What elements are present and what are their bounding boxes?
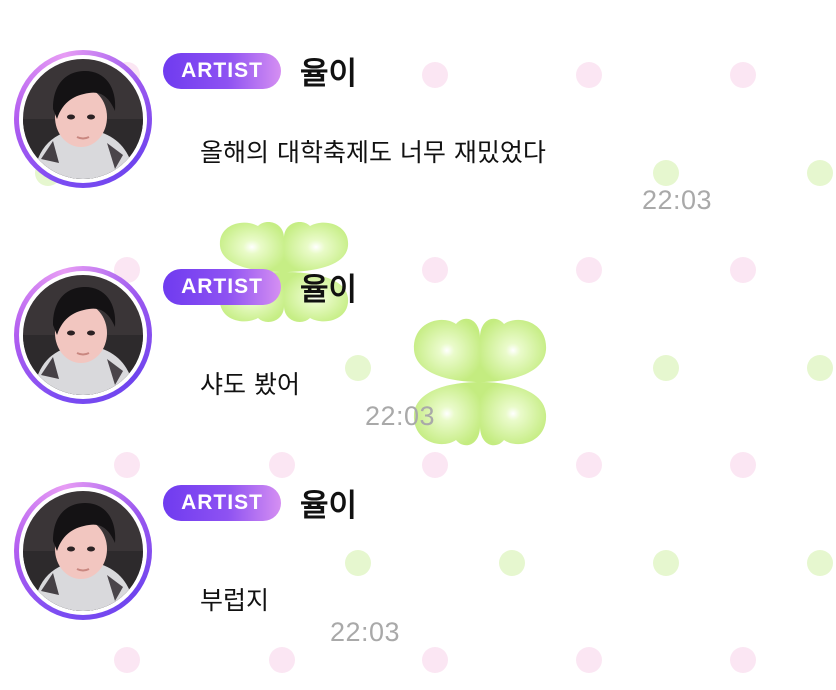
sender-name: 율이 [300, 488, 358, 524]
message-text: 부럽지 [200, 586, 270, 615]
avatar[interactable] [14, 482, 152, 620]
sender-name: 율이 [300, 56, 358, 92]
message-time: 22:03 [642, 185, 713, 215]
profile-photo-icon [23, 275, 143, 395]
profile-photo-icon [23, 59, 143, 179]
chat-message: ARTIST 율이 샤도 봤어 22:03 [0, 266, 836, 436]
artist-badge: ARTIST [163, 485, 281, 521]
message-bubble[interactable]: 올해의 대학축제도 너무 재밌었다 [166, 110, 574, 195]
message-time: 22:03 [365, 401, 436, 431]
profile-photo-icon [23, 491, 143, 611]
avatar[interactable] [14, 266, 152, 404]
chat-message: ARTIST 율이 부럽지 22:03 [0, 482, 836, 652]
artist-badge: ARTIST [163, 53, 281, 89]
message-text: 올해의 대학축제도 너무 재밌었다 [200, 138, 546, 167]
message-bubble[interactable]: 샤도 봤어 [166, 342, 328, 427]
message-text: 샤도 봤어 [200, 370, 300, 399]
sender-name: 율이 [300, 272, 358, 308]
message-bubble[interactable]: 부럽지 [166, 558, 297, 643]
avatar[interactable] [14, 50, 152, 188]
message-time: 22:03 [330, 617, 401, 647]
chat-message: ARTIST 율이 올해의 대학축제도 너무 재밌었다 22:03 [0, 50, 836, 220]
artist-badge: ARTIST [163, 269, 281, 305]
